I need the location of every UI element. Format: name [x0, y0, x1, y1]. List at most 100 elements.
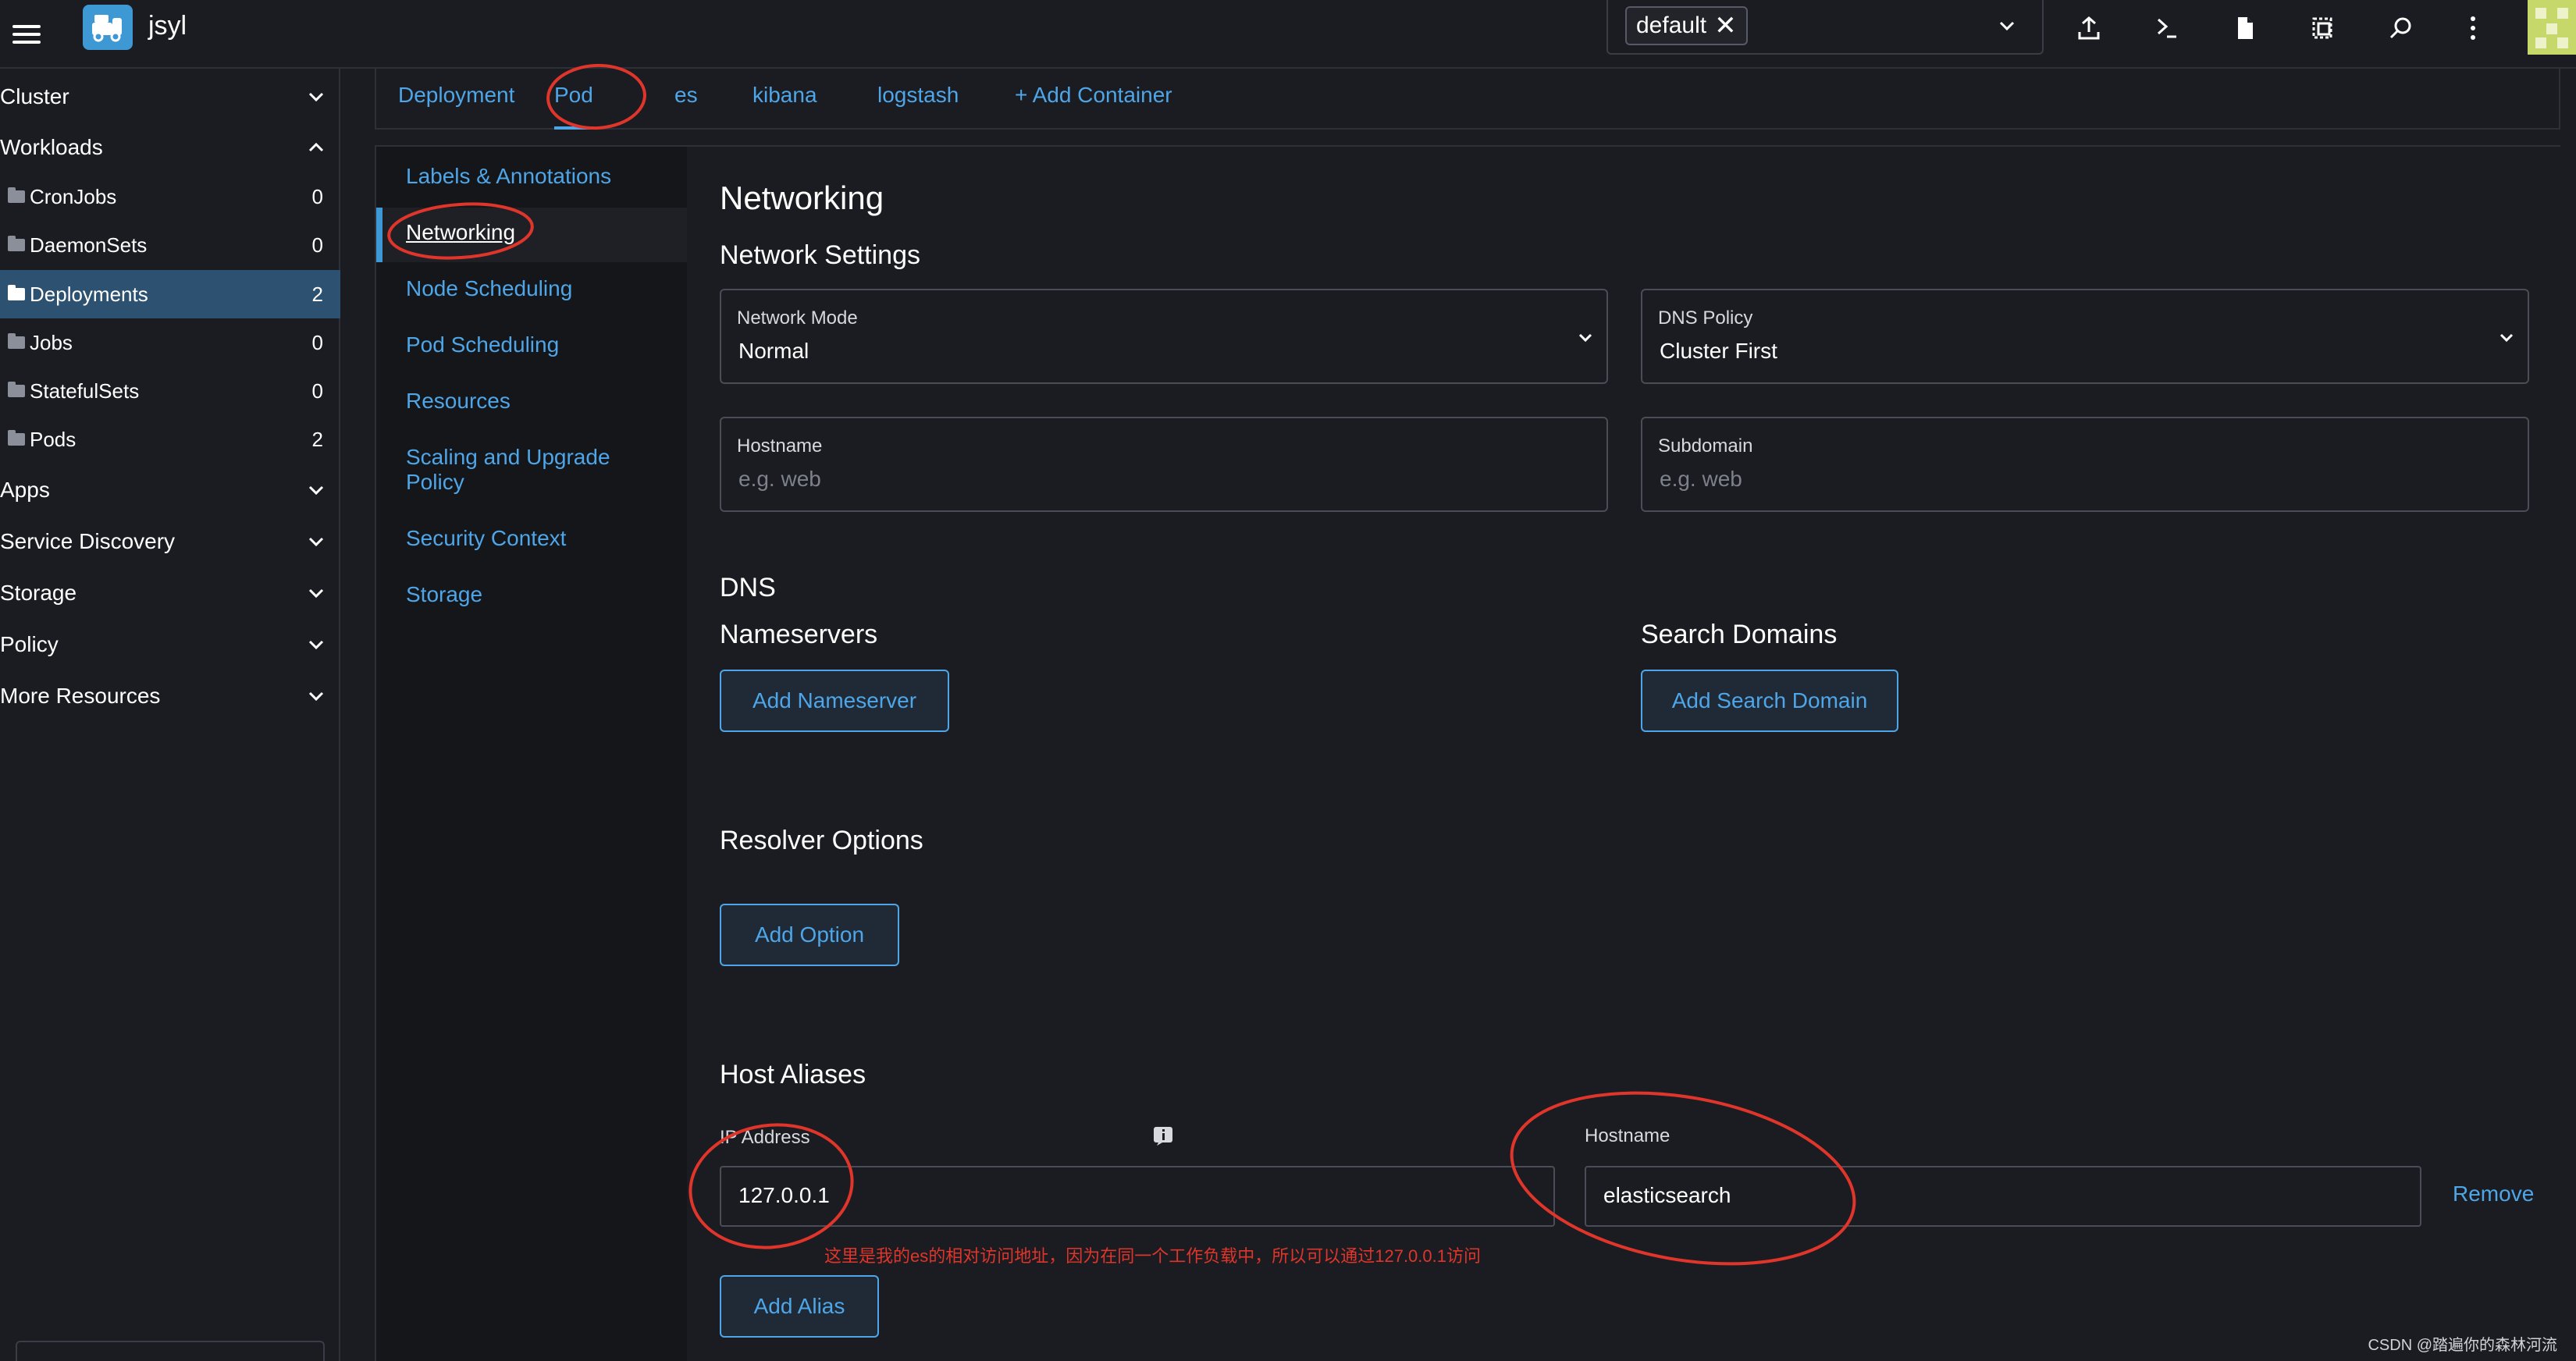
subnav-scaling-upgrade-policy[interactable]: Scaling and Upgrade Policy	[406, 445, 640, 495]
search-domains-title: Search Domains	[1641, 620, 1838, 649]
add-nameserver-button[interactable]: Add Nameserver	[720, 670, 949, 732]
namespace-chip-label: default	[1636, 12, 1707, 38]
subnav-node-scheduling[interactable]: Node Scheduling	[406, 276, 572, 301]
chevron-down-icon	[1578, 333, 1592, 343]
upload-icon[interactable]	[2070, 9, 2108, 47]
nav-group-label: More Resources	[0, 684, 161, 708]
add-option-button[interactable]: Add Option	[720, 904, 899, 966]
info-icon[interactable]	[1152, 1125, 1174, 1146]
nav-group-label: Workloads	[0, 135, 103, 159]
subnav-pod-scheduling[interactable]: Pod Scheduling	[406, 332, 559, 357]
annotation-note: 这里是我的es的相对访问地址，因为在同一个工作负载中，所以可以通过127.0.0…	[824, 1246, 1481, 1266]
nav-item-label: Jobs	[30, 330, 73, 354]
menu-icon[interactable]	[9, 17, 44, 52]
nav-item-count: 2	[311, 282, 323, 306]
chevron-down-icon	[308, 92, 324, 102]
nav-group-service-discovery[interactable]: Service Discovery	[0, 519, 340, 564]
nav-group-cluster[interactable]: Cluster	[0, 74, 340, 119]
network-mode-select[interactable]: Network Mode Normal	[720, 289, 1608, 384]
hostname-field[interactable]: Hostname e.g. web	[720, 417, 1608, 512]
namespace-filter[interactable]: default ✕	[1606, 0, 2044, 55]
folder-icon	[8, 236, 25, 251]
alias-hostname-value: elasticsearch	[1603, 1183, 1731, 1207]
close-icon[interactable]: ✕	[1714, 12, 1737, 39]
nav-group-label: Cluster	[0, 84, 69, 108]
subnav-storage[interactable]: Storage	[406, 582, 482, 607]
subdomain-field[interactable]: Subdomain e.g. web	[1641, 417, 2529, 512]
chevron-down-icon	[308, 691, 324, 702]
nameservers-title: Nameservers	[720, 620, 878, 649]
file-icon[interactable]	[2226, 9, 2264, 47]
container-tabs: Deployment Pod es kibana logstash + Add …	[375, 69, 2560, 130]
alias-hostname-input[interactable]: elasticsearch	[1585, 1166, 2421, 1227]
nav-item-label: StatefulSets	[30, 378, 140, 403]
namespace-chip: default ✕	[1625, 6, 1748, 45]
folder-icon	[8, 382, 25, 397]
nav-group-label: Storage	[0, 581, 77, 605]
subnav-resources[interactable]: Resources	[406, 389, 511, 414]
tab-es[interactable]: es	[674, 83, 698, 130]
nav-group-workloads[interactable]: Workloads	[0, 125, 340, 170]
user-avatar[interactable]	[2528, 0, 2576, 55]
nav-item-cronjobs[interactable]: CronJobs 0	[0, 172, 340, 221]
dns-title: DNS	[720, 573, 776, 602]
remove-alias-button[interactable]: Remove	[2453, 1182, 2534, 1206]
subnav-labels-annotations[interactable]: Labels & Annotations	[406, 164, 611, 189]
alias-ip-input[interactable]: 127.0.0.1	[720, 1166, 1555, 1227]
dns-policy-value: Cluster First	[1660, 339, 1777, 363]
folder-icon	[8, 333, 25, 349]
tab-deployment[interactable]: Deployment	[398, 83, 514, 130]
nav-item-jobs[interactable]: Jobs 0	[0, 318, 340, 367]
subnav-security-context[interactable]: Security Context	[406, 526, 566, 551]
nav-group-policy[interactable]: Policy	[0, 622, 340, 667]
subnav-networking[interactable]: Networking	[406, 220, 515, 245]
add-search-domain-button[interactable]: Add Search Domain	[1641, 670, 1898, 732]
hostname-label: Hostname	[737, 435, 823, 457]
nav-item-label: DaemonSets	[30, 233, 148, 257]
cluster-name: jsyl	[148, 11, 187, 41]
chevron-down-icon[interactable]	[1995, 14, 2019, 37]
dns-policy-label: DNS Policy	[1658, 307, 1753, 329]
side-navigation: Cluster Workloads CronJobs 0 DaemonSets …	[0, 69, 340, 1361]
terminal-icon[interactable]	[2148, 9, 2186, 47]
tab-logstash[interactable]: logstash	[877, 83, 959, 130]
section-subnav: Labels & Annotations Networking Node Sch…	[376, 147, 687, 1361]
copy-config-icon[interactable]	[2304, 9, 2342, 47]
nav-item-pods[interactable]: Pods 2	[0, 415, 340, 464]
edit-panel: Labels & Annotations Networking Node Sch…	[375, 145, 2560, 1361]
nav-group-storage[interactable]: Storage	[0, 570, 340, 616]
nav-item-count: 0	[311, 184, 323, 208]
watermark: CSDN @踏遍你的森林河流	[2368, 1337, 2557, 1354]
ip-address-label: IP Address	[720, 1127, 810, 1148]
tab-kibana[interactable]: kibana	[753, 83, 817, 130]
page-title: Networking	[720, 179, 884, 216]
subdomain-placeholder: e.g. web	[1660, 467, 1742, 491]
hostname-placeholder: e.g. web	[738, 467, 821, 491]
chevron-down-icon	[308, 537, 324, 547]
nav-group-apps[interactable]: Apps	[0, 467, 340, 513]
folder-icon	[8, 430, 25, 446]
nav-item-count: 0	[311, 330, 323, 354]
search-icon[interactable]	[2382, 9, 2420, 47]
nav-group-more-resources[interactable]: More Resources	[0, 673, 340, 719]
top-header: jsyl default ✕	[0, 0, 2576, 69]
chevron-down-icon	[308, 485, 324, 496]
network-mode-value: Normal	[738, 339, 809, 363]
nav-group-label: Service Discovery	[0, 529, 176, 553]
nav-item-label: CronJobs	[30, 184, 117, 208]
nav-item-label: Deployments	[30, 282, 148, 306]
nav-item-count: 0	[311, 233, 323, 257]
host-aliases-title: Host Aliases	[720, 1060, 866, 1089]
nav-item-deployments[interactable]: Deployments 2	[0, 270, 340, 318]
tab-pod[interactable]: Pod	[554, 83, 593, 130]
add-alias-button[interactable]: Add Alias	[720, 1275, 879, 1338]
nav-item-daemonsets[interactable]: DaemonSets 0	[0, 221, 340, 269]
nav-item-statefulsets[interactable]: StatefulSets 0	[0, 367, 340, 415]
more-vertical-icon[interactable]	[2454, 9, 2492, 47]
add-container-button[interactable]: + Add Container	[1015, 83, 1172, 130]
alias-hostname-label: Hostname	[1585, 1125, 1670, 1146]
cluster-logo-icon[interactable]	[83, 5, 133, 50]
dns-policy-select[interactable]: DNS Policy Cluster First	[1641, 289, 2529, 384]
nav-item-count: 0	[311, 378, 323, 403]
nav-group-label: Apps	[0, 478, 50, 502]
